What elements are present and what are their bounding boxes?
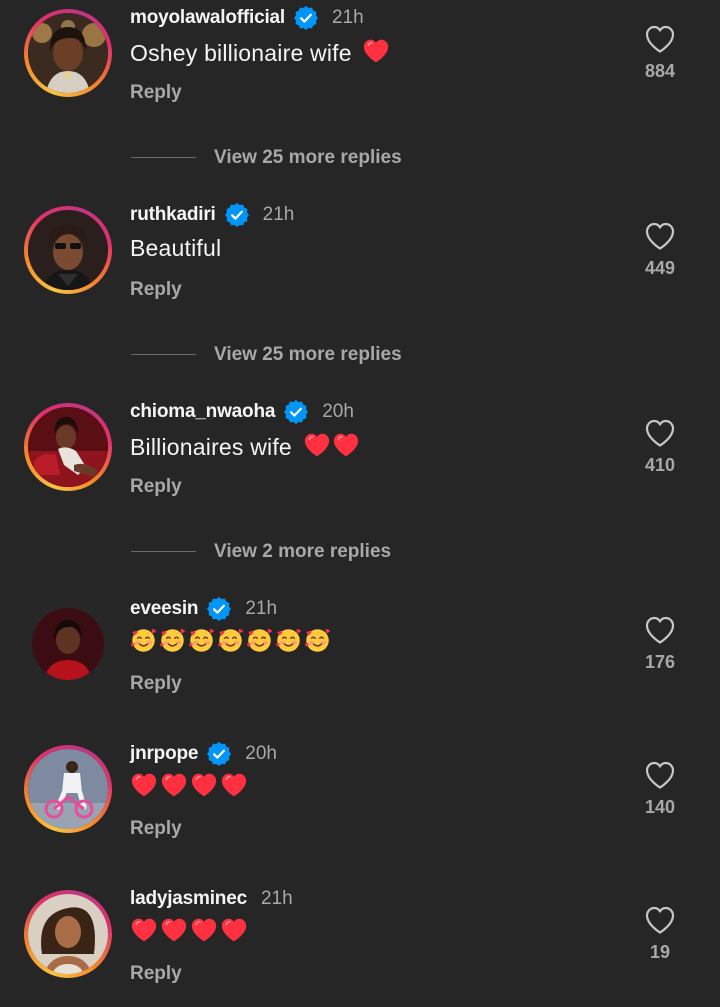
comment-item: ruthkadiri 21h Beautiful Reply 449 bbox=[0, 197, 720, 317]
reply-button[interactable]: Reply bbox=[130, 279, 182, 301]
username[interactable]: ladyjasminec bbox=[130, 888, 247, 910]
username[interactable]: eveesin bbox=[130, 598, 199, 620]
smiling-face-with-hearts-icon bbox=[246, 627, 273, 654]
comment-emoji bbox=[130, 772, 248, 798]
view-more-replies[interactable]: View 25 more replies bbox=[0, 340, 720, 370]
heart-outline-icon[interactable] bbox=[644, 24, 676, 54]
comment-item: chioma_nwaoha 20h Billionaires wife Repl… bbox=[0, 394, 720, 514]
smiling-face-with-hearts-icon bbox=[159, 627, 186, 654]
divider-line bbox=[131, 354, 196, 355]
verified-badge-icon bbox=[283, 399, 309, 425]
avatar[interactable] bbox=[28, 210, 108, 290]
red-heart-emoji-icon bbox=[160, 772, 188, 798]
comment-text: Beautiful bbox=[130, 235, 222, 261]
verified-badge-icon bbox=[206, 741, 232, 767]
story-ring[interactable] bbox=[24, 9, 112, 97]
avatar[interactable] bbox=[28, 13, 108, 93]
heart-outline-icon[interactable] bbox=[644, 418, 676, 448]
red-heart-emoji-icon bbox=[160, 917, 188, 943]
view-more-replies-text[interactable]: View 25 more replies bbox=[214, 344, 402, 366]
story-ring[interactable] bbox=[24, 745, 112, 833]
divider-line bbox=[131, 551, 196, 552]
like-control: 410 bbox=[636, 418, 684, 476]
like-control: 176 bbox=[636, 615, 684, 673]
view-more-replies[interactable]: View 25 more replies bbox=[0, 143, 720, 173]
red-heart-emoji-icon bbox=[332, 432, 360, 458]
like-count: 449 bbox=[644, 258, 676, 278]
verified-badge-icon bbox=[293, 5, 319, 31]
divider-line bbox=[131, 157, 196, 158]
like-count: 176 bbox=[644, 652, 676, 672]
like-count: 410 bbox=[644, 455, 676, 475]
view-more-replies-text[interactable]: View 2 more replies bbox=[214, 541, 391, 563]
comment-time: 21h bbox=[331, 7, 364, 28]
verified-badge-icon bbox=[224, 202, 250, 228]
smiling-face-with-hearts-icon bbox=[188, 627, 215, 654]
reply-button[interactable]: Reply bbox=[130, 82, 182, 104]
username[interactable]: jnrpope bbox=[130, 743, 198, 765]
like-count: 140 bbox=[644, 797, 676, 817]
comment-item: jnrpope 20h Reply 140 bbox=[0, 736, 720, 856]
story-ring[interactable] bbox=[24, 206, 112, 294]
comment-time: 21h bbox=[245, 598, 278, 619]
smiling-face-with-hearts-icon bbox=[217, 627, 244, 654]
like-control: 19 bbox=[636, 905, 684, 963]
avatar-frame[interactable] bbox=[24, 600, 112, 688]
comment-time: 20h bbox=[322, 401, 354, 422]
username[interactable]: moyolawalofficial bbox=[130, 7, 285, 29]
heart-outline-icon[interactable] bbox=[644, 905, 676, 935]
comment-emoji bbox=[130, 627, 331, 654]
smiling-face-with-hearts-icon bbox=[130, 627, 157, 654]
comment-emoji bbox=[130, 917, 248, 943]
comment-text: Billionaires wife bbox=[130, 432, 360, 461]
view-more-replies[interactable]: View 2 more replies bbox=[0, 537, 720, 567]
red-heart-emoji-icon bbox=[130, 917, 158, 943]
like-control: 884 bbox=[636, 24, 684, 82]
red-heart-emoji-icon bbox=[303, 432, 331, 458]
red-heart-emoji-icon bbox=[220, 917, 248, 943]
verified-badge-icon bbox=[206, 596, 232, 622]
heart-outline-icon[interactable] bbox=[644, 615, 676, 645]
heart-outline-icon[interactable] bbox=[644, 760, 676, 790]
smiling-face-with-hearts-icon bbox=[275, 627, 302, 654]
reply-button[interactable]: Reply bbox=[130, 818, 182, 840]
red-heart-emoji-icon bbox=[190, 772, 218, 798]
comment-item: moyolawalofficial 21h Oshey billionaire … bbox=[0, 0, 720, 120]
story-ring[interactable] bbox=[24, 890, 112, 978]
comment-time: 20h bbox=[245, 743, 277, 764]
username[interactable]: ruthkadiri bbox=[130, 204, 216, 226]
red-heart-emoji-icon bbox=[220, 772, 248, 798]
comment-item: eveesin 21h Reply 176 bbox=[0, 591, 720, 711]
view-more-replies-text[interactable]: View 25 more replies bbox=[214, 147, 402, 169]
like-control: 140 bbox=[636, 760, 684, 818]
like-count: 19 bbox=[649, 942, 671, 962]
comment-time: 21h bbox=[260, 888, 293, 909]
red-heart-emoji-icon bbox=[362, 38, 390, 64]
like-count: 884 bbox=[644, 61, 676, 81]
heart-outline-icon[interactable] bbox=[644, 221, 676, 251]
comment-time: 21h bbox=[262, 204, 295, 225]
avatar[interactable] bbox=[28, 894, 108, 974]
red-heart-emoji-icon bbox=[130, 772, 158, 798]
avatar[interactable] bbox=[28, 407, 108, 487]
smiling-face-with-hearts-icon bbox=[304, 627, 331, 654]
avatar[interactable] bbox=[28, 749, 108, 829]
comment-item: ladyjasminec 21h Reply 19 bbox=[0, 881, 720, 1001]
comment-text: Oshey billionaire wife bbox=[130, 38, 390, 67]
reply-button[interactable]: Reply bbox=[130, 673, 182, 695]
reply-button[interactable]: Reply bbox=[130, 476, 182, 498]
red-heart-emoji-icon bbox=[190, 917, 218, 943]
avatar[interactable] bbox=[32, 608, 104, 680]
reply-button[interactable]: Reply bbox=[130, 963, 182, 985]
username[interactable]: chioma_nwaoha bbox=[130, 401, 275, 423]
story-ring[interactable] bbox=[24, 403, 112, 491]
like-control: 449 bbox=[636, 221, 684, 279]
